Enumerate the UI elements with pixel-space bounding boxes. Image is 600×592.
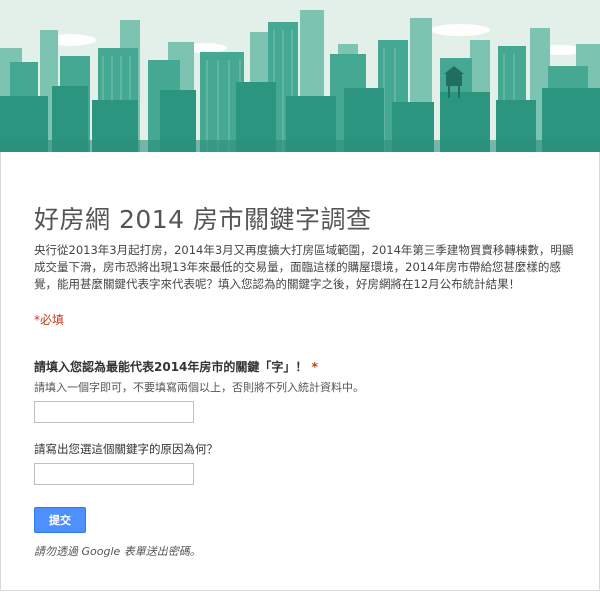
reason-input[interactable] xyxy=(34,463,194,485)
question-keyword-required-marker: * xyxy=(307,360,318,374)
form-description: 央行從2013年3月起打房，2014年3月又再度擴大打房區域範圍，2014年第三… xyxy=(34,243,574,291)
question-reason-title: 請寫出您選這個關鍵字的原因為何？ xyxy=(34,442,218,456)
form-content: 好房網 2014 房市關鍵字調查 央行從2013年3月起打房，2014年3月又再… xyxy=(34,152,579,559)
cityscape-banner xyxy=(0,0,600,152)
question-keyword-help: 請填入一個字即可，不要填寫兩個以上，否則將不列入統計資料中。 xyxy=(34,381,364,394)
question-keyword-label: 請填入您認為最能代表2014年房市的關鍵「字」！ xyxy=(34,360,308,374)
password-warning: 請勿透過 Google 表單送出密碼。 xyxy=(34,545,201,558)
submit-button[interactable]: 提交 xyxy=(34,507,86,533)
keyword-input[interactable] xyxy=(34,401,194,423)
required-label: 必填 xyxy=(40,313,65,327)
question-reason: 請寫出您選這個關鍵字的原因為何？ xyxy=(34,441,579,485)
required-note: *必填 xyxy=(34,311,579,328)
question-keyword: 請填入您認為最能代表2014年房市的關鍵「字」！ * 請填入一個字即可，不要填寫… xyxy=(34,358,579,423)
question-keyword-title: 請填入您認為最能代表2014年房市的關鍵「字」！ * xyxy=(34,358,579,375)
form-title: 好房網 2014 房市關鍵字調查 xyxy=(34,205,372,234)
